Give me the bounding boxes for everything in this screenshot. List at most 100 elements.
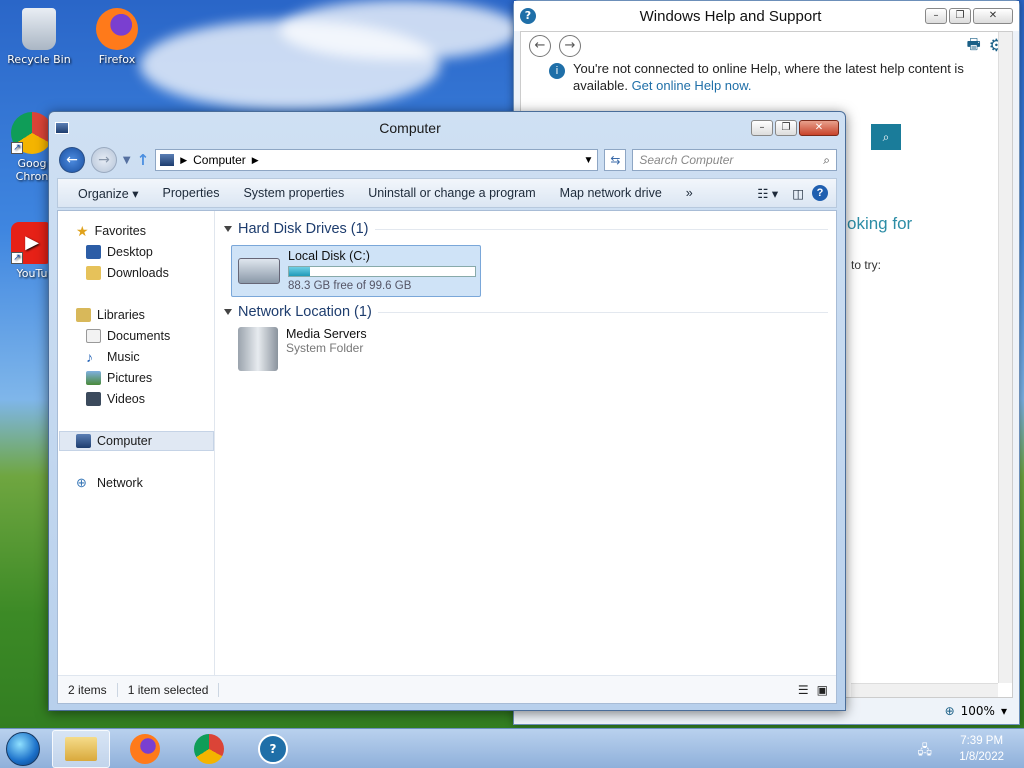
maximize-button[interactable]: ❐ [949, 8, 971, 24]
explorer-content: ★ Favorites Desktop Downloads Libraries … [57, 210, 837, 704]
computer-icon [160, 154, 175, 166]
drive-usage-bar [288, 266, 476, 277]
address-bar[interactable]: ▶ Computer ▶ ▼ [155, 149, 599, 171]
computer-icon [76, 434, 91, 448]
nav-label: Desktop [107, 245, 153, 259]
chevron-down-icon[interactable]: ▾ [1001, 704, 1007, 718]
more-commands-button[interactable]: » [674, 186, 705, 200]
up-arrow-icon[interactable]: ↑ [137, 151, 150, 169]
taskbar-help-and-support[interactable]: ? [244, 730, 302, 768]
details-view-icon[interactable]: ☰ [794, 683, 813, 697]
organize-button[interactable]: Organize ▾ [66, 186, 150, 201]
map-network-drive-button[interactable]: Map network drive [548, 186, 674, 200]
help-vertical-scrollbar[interactable] [998, 32, 1012, 683]
zoom-level[interactable]: 100% [961, 704, 995, 718]
back-button[interactable]: ← [59, 147, 85, 173]
desktop-cloud [280, 0, 520, 60]
command-bar: Organize ▾ Properties System properties … [57, 178, 837, 208]
hard-drive-icon [238, 258, 280, 284]
breadcrumb-separator-icon[interactable]: ▶ [180, 155, 187, 166]
properties-button[interactable]: Properties [150, 186, 231, 200]
drive-name: Local Disk (C:) [288, 249, 370, 263]
system-properties-button[interactable]: System properties [231, 186, 356, 200]
close-button[interactable]: ✕ [973, 8, 1013, 24]
nav-favorites[interactable]: ★ Favorites [76, 221, 146, 241]
drive-usage-fill [289, 267, 311, 276]
maximize-button[interactable]: ❐ [775, 120, 797, 136]
help-icon[interactable]: ? [812, 185, 828, 201]
nav-pictures[interactable]: Pictures [86, 368, 152, 388]
network-item-name: Media Servers [286, 327, 367, 341]
breadcrumb-separator-icon[interactable]: ▶ [252, 155, 259, 166]
desktop-icon-recycle-bin[interactable]: Recycle Bin [4, 8, 74, 66]
collapse-triangle-icon [224, 309, 232, 315]
drive-free-space: 88.3 GB free of 99.6 GB [288, 280, 412, 292]
start-button[interactable] [0, 729, 46, 768]
shortcut-arrow-icon: ↗ [11, 252, 23, 264]
desktop-icon-firefox[interactable]: Firefox [82, 8, 152, 66]
media-server-icon [238, 327, 278, 371]
network-tray-icon[interactable]: 🖧 [918, 741, 933, 763]
search-icon: ⌕ [882, 130, 890, 144]
taskbar: ? 🖧 7:39 PM 1/8/2022 [0, 728, 1024, 768]
desktop-icon-label: Firefox [98, 53, 136, 66]
explorer-window: Computer – ❐ ✕ ← → ▼ ↑ ▶ Computer ▶ ▼ ⇆ … [48, 111, 846, 711]
offline-notice: i You're not connected to online Help, w… [549, 60, 969, 94]
recent-pages-chevron-icon[interactable]: ▼ [123, 155, 131, 166]
desktop-icon [86, 245, 101, 259]
nav-libraries[interactable]: Libraries [76, 305, 145, 325]
explorer-titlebar[interactable]: Computer – ❐ ✕ [49, 112, 845, 144]
nav-label: Favorites [94, 224, 146, 238]
nav-music[interactable]: ♪ Music [86, 347, 140, 367]
help-titlebar[interactable]: ? Windows Help and Support – ❐ ✕ [514, 1, 1019, 31]
large-icons-view-icon[interactable]: ▣ [813, 683, 836, 697]
forward-button[interactable]: → [559, 35, 581, 57]
nav-label: Computer [97, 434, 152, 448]
print-icon[interactable]: 🖶 [967, 34, 981, 59]
info-icon: i [549, 63, 565, 79]
group-header-hard-disks[interactable]: Hard Disk Drives (1) [224, 221, 828, 237]
search-input[interactable]: Search Computer ⌕ [632, 149, 837, 171]
close-button[interactable]: ✕ [799, 120, 839, 136]
refresh-button[interactable]: ⇆ [604, 149, 627, 171]
nav-computer[interactable]: Computer [59, 431, 214, 451]
nav-label: Documents [107, 329, 171, 343]
forward-button[interactable]: → [90, 147, 117, 173]
status-item-count: 2 items [58, 682, 118, 697]
breadcrumb-computer[interactable]: Computer [193, 153, 246, 167]
help-window-title: Windows Help and Support [639, 7, 822, 25]
nav-desktop[interactable]: Desktop [86, 242, 153, 262]
uninstall-program-button[interactable]: Uninstall or change a program [356, 186, 547, 200]
nav-label: Pictures [107, 371, 153, 385]
drive-local-disk-c[interactable]: Local Disk (C:) 88.3 GB free of 99.6 GB [231, 245, 481, 297]
help-search-button[interactable]: ⌕ [871, 124, 901, 150]
change-view-icon[interactable]: ☷ ▾ [751, 186, 784, 201]
system-clock[interactable]: 7:39 PM 1/8/2022 [959, 733, 1004, 765]
firefox-icon [96, 8, 138, 50]
computer-icon [55, 122, 69, 134]
help-horizontal-scrollbar[interactable] [851, 683, 998, 697]
taskbar-chrome[interactable] [180, 730, 238, 768]
back-button[interactable]: ← [529, 35, 551, 57]
group-header-network-location[interactable]: Network Location (1) [224, 304, 828, 320]
nav-label: Videos [107, 392, 145, 406]
taskbar-firefox[interactable] [116, 730, 174, 768]
network-item-media-servers[interactable]: Media Servers System Folder [238, 327, 367, 371]
nav-documents[interactable]: Documents [86, 326, 170, 346]
nav-network[interactable]: ⊕ Network [76, 473, 143, 493]
group-title: Hard Disk Drives (1) [238, 221, 369, 237]
firefox-icon [130, 733, 160, 764]
zoom-icon[interactable]: ⊕ [945, 704, 955, 718]
nav-label: Downloads [107, 266, 169, 280]
nav-downloads[interactable]: Downloads [86, 263, 169, 283]
get-online-help-link[interactable]: Get online Help now. [632, 78, 752, 93]
recycle-bin-icon [22, 8, 56, 50]
search-icon: ⌕ [823, 152, 830, 167]
minimize-button[interactable]: – [751, 120, 773, 136]
minimize-button[interactable]: – [925, 8, 947, 24]
taskbar-explorer[interactable] [52, 729, 110, 768]
group-title: Network Location (1) [238, 304, 372, 320]
address-dropdown-icon[interactable]: ▼ [583, 155, 593, 166]
nav-videos[interactable]: Videos [86, 389, 145, 409]
preview-pane-icon[interactable]: ◫ [784, 186, 812, 201]
